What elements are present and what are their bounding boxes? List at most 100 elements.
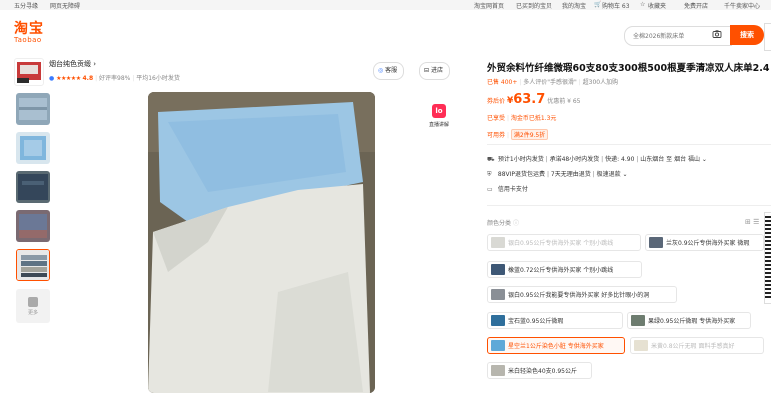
sku-option[interactable]: 银白0.95公斤专供海外买家 个别小跳线 xyxy=(487,234,641,251)
chevron-right-icon: › xyxy=(93,60,97,68)
grid-view-icon[interactable]: ⊞ xyxy=(745,218,751,226)
truck-icon: ⛟ xyxy=(487,156,495,163)
cart-icon[interactable]: 🛒 xyxy=(594,1,601,8)
customer-service-label: 客服 xyxy=(385,67,398,74)
ship-estimate: 预计1小时内发货 xyxy=(497,156,544,163)
bought-items-link[interactable]: 已买到的宝贝 xyxy=(516,1,552,10)
sku-option[interactable]: 米黄0.8公斤无瑕 面料手感真好 xyxy=(630,337,764,354)
enter-shop-label: 进店 xyxy=(430,67,443,74)
sku-option[interactable]: 橡蓝0.72公斤专供海外买家 个别小跳线 xyxy=(487,261,642,278)
express-fee: 快递: 4.90 xyxy=(605,156,635,163)
sold-count: 已售 400+ xyxy=(487,79,518,86)
shop-logo[interactable] xyxy=(14,58,44,86)
positive-rate: 好评率98% xyxy=(99,75,131,82)
coupon-tag[interactable]: 满2件9.5折 xyxy=(510,129,549,140)
top-bar: 五分寻缘 网页无障碍 淘宝网首页 已买到的宝贝 我的淘宝 🛒 购物车 63 ☆ … xyxy=(0,0,771,10)
current-price: 63.7 xyxy=(513,92,546,107)
sku-swatch xyxy=(491,289,505,300)
original-price: ¥ 65 xyxy=(567,98,581,105)
sku-option[interactable]: 米白轻染色40支0.95公斤 xyxy=(487,362,592,379)
live-label: 直播讲解 xyxy=(428,122,449,128)
sku-option-label: 米黄0.8公斤无瑕 面料手感真好 xyxy=(651,343,735,350)
live-explain-badge[interactable]: lo 直播讲解 xyxy=(426,104,452,128)
credit-card-pay: 信用卡支付 xyxy=(497,186,528,193)
info-icon[interactable]: ⓘ xyxy=(513,220,519,227)
color-option-label: 颜色分类 ⓘ xyxy=(487,218,519,227)
sku-option-selected[interactable]: 星空兰1公斤染色小脏 专供海外买家 xyxy=(487,337,625,354)
my-taobao-link[interactable]: 我的淘宝 xyxy=(562,1,586,10)
ship-route[interactable]: 山东烟台 至 烟台 福山 xyxy=(640,156,700,163)
thumbnail-3[interactable] xyxy=(16,171,50,203)
list-view-icon[interactable]: ☰ xyxy=(753,218,759,226)
review-summary[interactable]: 多人评价"手感很滑" xyxy=(523,79,577,86)
verified-badge-icon: ● xyxy=(49,75,55,82)
shop-name-text: 烟台纯色贡缎 xyxy=(49,60,91,68)
shipping-row: ⛟ 预计1小时内发货 | 承诺48小时内发货 | 快递: 4.90 | 山东烟台… xyxy=(487,156,707,163)
site-greeting[interactable]: 五分寻缘 xyxy=(14,1,38,10)
main-product-image[interactable] xyxy=(148,92,375,393)
search-input[interactable] xyxy=(633,30,709,42)
seller-center-link[interactable]: 千牛卖家中心 xyxy=(724,1,760,10)
sku-swatch xyxy=(491,340,505,351)
sku-option[interactable]: 兰灰0.9公斤专供海外买家 微瑕 xyxy=(645,234,764,251)
shield-icon: ⛨ xyxy=(487,171,492,178)
sku-swatch xyxy=(491,237,505,248)
sku-option[interactable]: 果绿0.95公斤微瑕 专供海外买家 xyxy=(627,312,751,329)
cart-link[interactable]: 购物车 63 xyxy=(602,1,630,10)
sku-option[interactable]: 宝石蓝0.95公斤微瑕 xyxy=(487,312,623,329)
divider xyxy=(487,205,771,206)
sku-swatch xyxy=(491,264,505,275)
camera-icon[interactable] xyxy=(712,29,722,39)
rating-stars: ★★★★★ xyxy=(56,75,81,82)
coupon-row: 可用券 | 满2件9.5折 xyxy=(487,129,549,140)
ship-time: 平均16小时发货 xyxy=(136,75,180,82)
sku-option-label: 兰灰0.9公斤专供海外买家 微瑕 xyxy=(666,240,750,247)
shop-name[interactable]: 烟台纯色贡缎 › xyxy=(49,59,96,69)
chevron-down-icon: ⌄ xyxy=(622,171,628,178)
coin-discount-label: 已享受 xyxy=(487,115,506,122)
thumbnail-4[interactable] xyxy=(16,210,50,242)
side-toolbar[interactable] xyxy=(764,23,771,51)
coin-discount: 已享受 | 淘金币已抵1.3元 xyxy=(487,115,557,122)
grid-icon xyxy=(28,297,38,307)
view-toggle[interactable]: ⊞ ☰ xyxy=(745,218,759,226)
taobao-logo[interactable]: 淘宝 Taobao xyxy=(14,22,50,46)
vip-return: 88VIP退货包运费 xyxy=(497,171,546,178)
sku-option-label: 果绿0.95公斤微瑕 专供海外买家 xyxy=(648,318,736,325)
open-store-link[interactable]: 免费开店 xyxy=(684,1,708,10)
search-button[interactable]: 搜索 xyxy=(730,25,764,45)
chevron-down-icon: ⌄ xyxy=(701,156,707,163)
thumbnail-2[interactable] xyxy=(16,132,50,164)
product-title: 外贸余料竹纤维微瑕60支80支300根500根夏季清凉双人床单2.4 xyxy=(487,63,770,74)
sku-option-label: 星空兰1公斤染色小脏 专供海外买家 xyxy=(508,343,604,350)
qr-code-icon xyxy=(765,216,771,298)
divider xyxy=(487,144,771,145)
star-icon: ☆ xyxy=(640,1,646,8)
logo-en: Taobao xyxy=(14,36,42,44)
thumbnail-5[interactable] xyxy=(16,249,50,281)
fast-refund[interactable]: 极速退款 xyxy=(597,171,621,178)
live-icon: lo xyxy=(432,104,446,118)
chat-icon: ◎ xyxy=(378,67,384,74)
sku-option-label: 宝石蓝0.95公斤微瑕 xyxy=(508,318,564,325)
customer-service-button[interactable]: ◎ 客服 xyxy=(373,62,405,80)
seven-day-return: 7天无理由退货 xyxy=(550,171,591,178)
logo-cn: 淘宝 xyxy=(14,21,44,37)
sku-swatch xyxy=(631,315,645,326)
sku-option-label: 银白0.95公斤专供海外买家 个别小跳线 xyxy=(508,240,614,247)
accessibility-link[interactable]: 网页无障碍 xyxy=(50,1,80,10)
sku-option[interactable]: 银白0.95公斤我能要专供海外买家 好多比针眼小的洞 xyxy=(487,286,677,303)
service-row: ⛨ 88VIP退货包运费 | 7天无理由退货 | 极速退款 ⌄ xyxy=(487,171,628,178)
shop-rating: 4.8 xyxy=(82,75,94,82)
payment-row: ▭ 信用卡支付 xyxy=(487,184,528,193)
color-option-label-text: 颜色分类 xyxy=(487,220,512,227)
thumbnail-1[interactable] xyxy=(16,93,50,125)
sku-swatch xyxy=(491,315,505,326)
enter-shop-button[interactable]: ⊟ 进店 xyxy=(419,62,450,80)
sku-swatch xyxy=(634,340,648,351)
price-row: 券后价 ¥63.7 优惠前 ¥ 65 xyxy=(487,92,581,107)
favorites-link[interactable]: 收藏夹 xyxy=(648,1,666,10)
sku-option-label: 米白轻染色40支0.95公斤 xyxy=(508,368,577,375)
taobao-home-link[interactable]: 淘宝网首页 xyxy=(474,1,504,10)
more-thumbnails-button[interactable]: 更多 xyxy=(16,289,50,323)
